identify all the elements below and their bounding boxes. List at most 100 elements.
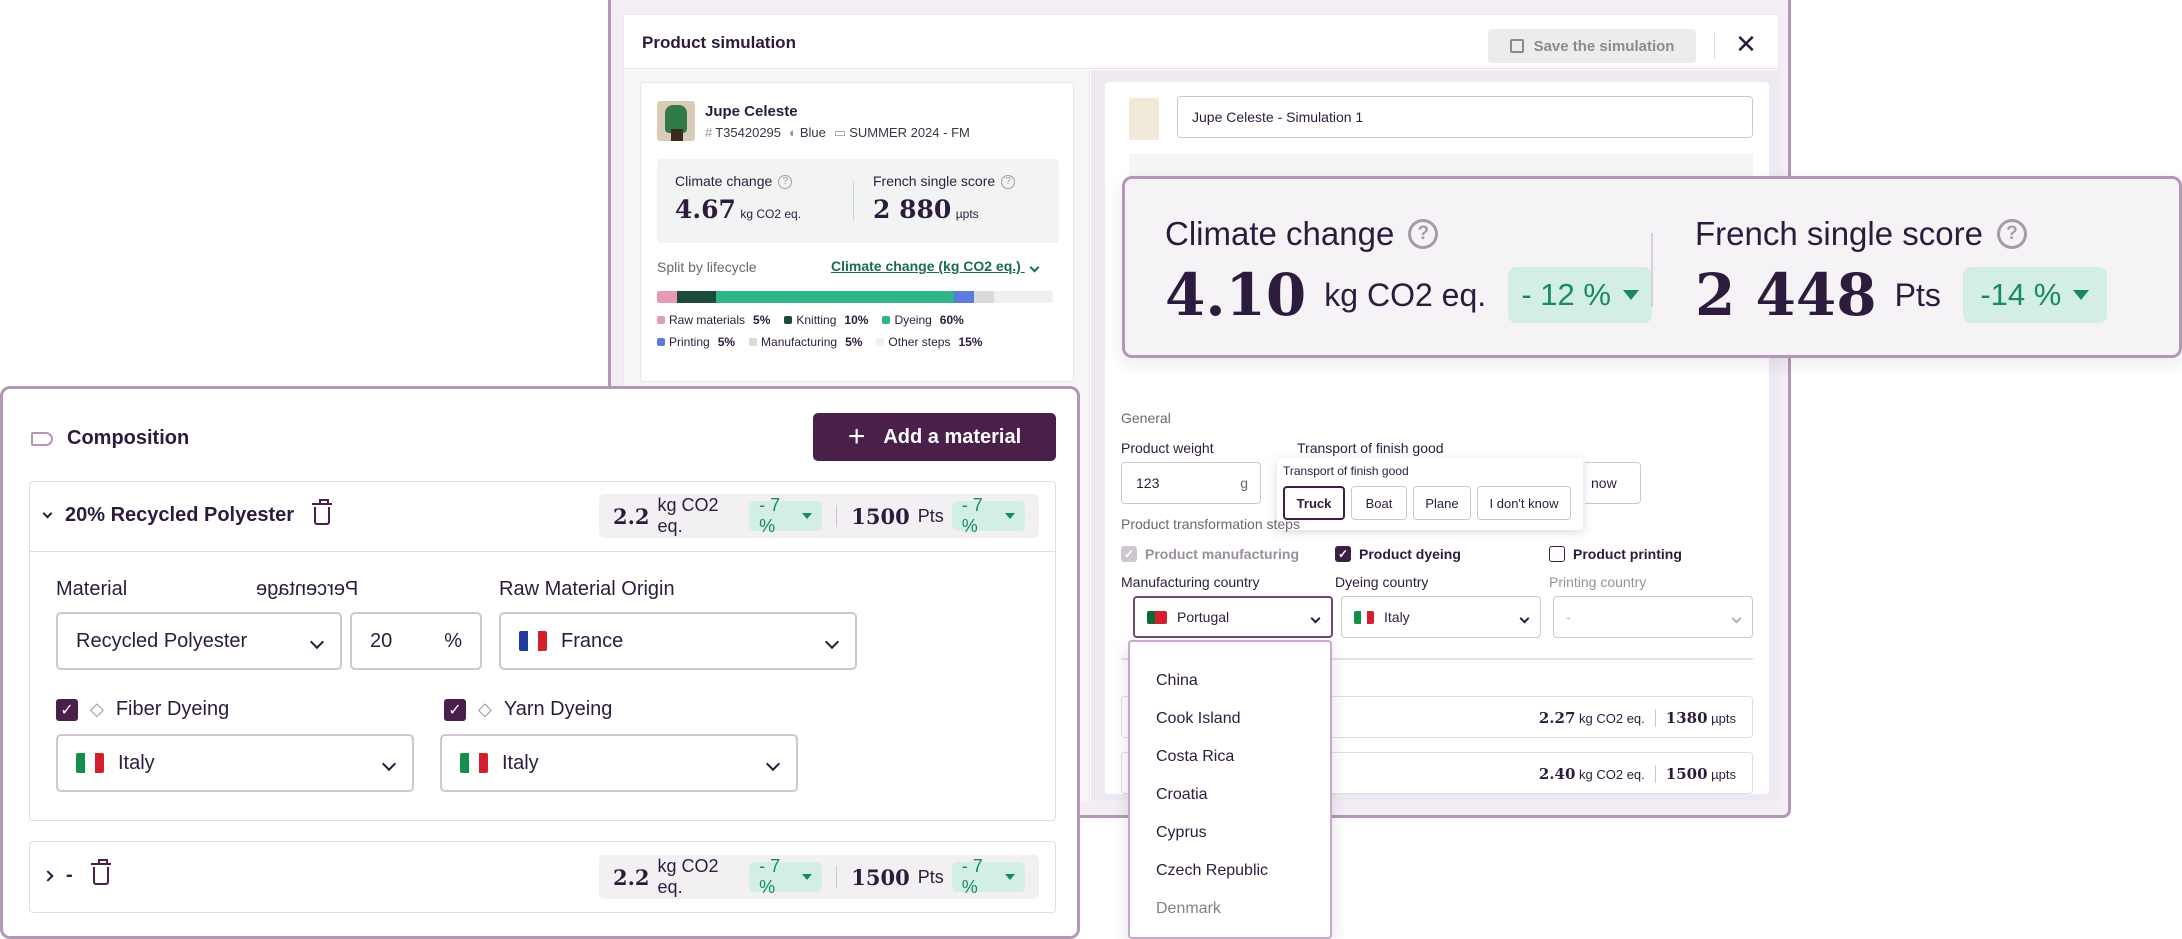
climate-label-row: Climate change? [675, 173, 801, 190]
climate-unit: kg CO2 eq. [740, 207, 802, 222]
component-scores: 2.27 kg CO2 eq. 1380 µpts [1539, 709, 1736, 727]
transport-option-truck[interactable]: Truck [1283, 486, 1345, 520]
climate-delta-value: - 12 % [1521, 277, 1611, 312]
printing-label: Product printing [1573, 546, 1682, 562]
composition-panel: Composition + Add a material 20% Recycle… [0, 386, 1080, 939]
help-icon[interactable]: ? [1001, 175, 1016, 190]
paint-bucket-icon: ◇ [478, 699, 492, 719]
add-material-label: Add a material [883, 425, 1022, 448]
simulation-name-input[interactable]: Jupe Celeste - Simulation 1 [1177, 96, 1753, 138]
climate-delta-badge[interactable]: - 12 % [1508, 267, 1653, 323]
simulation-header: Product simulation Save the simulation ✕ [624, 15, 1778, 69]
pts-delta-value: - 7 % [961, 856, 983, 897]
italy-flag-icon [76, 753, 104, 773]
transport-option-plane[interactable]: Plane [1413, 486, 1471, 520]
legend-percent: 10% [844, 313, 869, 327]
checkbox-icon[interactable]: ✓ [56, 698, 78, 721]
yarn-dyeing-select[interactable]: Italy [440, 734, 798, 792]
dyeing-country-value: Italy [1384, 609, 1410, 625]
transport-option-dont-know[interactable]: I don't know [1477, 486, 1571, 520]
product-weight-input[interactable]: 123 g [1121, 462, 1261, 504]
co2-delta-badge[interactable]: - 7 % [749, 856, 823, 897]
origin-select[interactable]: France [499, 612, 857, 670]
climate-value-row: 4.67 kg CO2 eq. [675, 195, 801, 224]
help-icon[interactable]: ? [1408, 219, 1439, 249]
product-collection: SUMMER 2024 - FM [849, 125, 970, 140]
manufacturing-label: Product manufacturing [1145, 546, 1300, 562]
transport-option-boat[interactable]: Boat [1351, 486, 1407, 520]
material-pts-value: 1500 [851, 503, 910, 529]
card-french-value-row: 2 448 Pts -14 % [1695, 261, 2107, 329]
co2-delta-badge[interactable]: - 7 % [749, 495, 823, 536]
product-weight-unit: g [1240, 475, 1248, 491]
skirt-thumbnail [1129, 98, 1159, 140]
material-pts-unit: Pts [917, 866, 944, 887]
dyeing-country-select[interactable]: Italy [1341, 596, 1541, 638]
card-climate-label-row: Climate change ? [1165, 215, 1439, 253]
split-label: Split by lifecycle [657, 259, 757, 275]
fiber-dyeing-row[interactable]: ✓ ◇ Fiber Dyeing [56, 698, 229, 721]
pts-delta-badge[interactable]: - 7 % [951, 495, 1025, 536]
country-option[interactable]: Cook Island [1156, 710, 1241, 728]
transport-label: Transport of finish good [1297, 440, 1444, 456]
country-option[interactable]: Denmark [1156, 900, 1221, 918]
lifecycle-segment [657, 291, 677, 303]
yarn-dyeing-row[interactable]: ✓ ◇ Yarn Dyeing [444, 698, 612, 721]
palette-icon: ◐ [789, 125, 797, 140]
country-option[interactable]: Czech Republic [1156, 862, 1268, 880]
help-icon[interactable]: ? [1996, 219, 2027, 249]
printing-checkbox-row[interactable]: Product printing [1549, 546, 1682, 562]
lifecycle-bar [657, 291, 1053, 303]
country-option[interactable]: Croatia [1156, 786, 1208, 804]
checkbox-icon[interactable] [1549, 546, 1565, 562]
checkbox-icon[interactable]: ✓ [1335, 546, 1351, 562]
close-icon[interactable]: ✕ [1732, 30, 1760, 58]
co2-delta-value: - 7 % [759, 495, 781, 536]
legend-percent: 5% [753, 313, 771, 327]
manufacturing-country-select[interactable]: Portugal [1133, 596, 1333, 638]
save-simulation-label: Save the simulation [1533, 37, 1675, 55]
material-score-strip: 2.2 kg CO2 eq. - 7 % 1500 Pts - 7 % [599, 855, 1039, 899]
material-select[interactable]: Recycled Polyester [56, 612, 342, 670]
component-scores: 2.40 kg CO2 eq. 1500 µpts [1539, 765, 1736, 783]
chevron-right-icon[interactable] [42, 869, 54, 882]
material-title-row[interactable]: 20% Recycled Polyester [42, 498, 333, 527]
checkbox-icon[interactable]: ✓ [1121, 546, 1137, 562]
caret-down-icon [802, 874, 813, 880]
country-option[interactable]: Costa Rica [1156, 748, 1234, 766]
manufacturing-checkbox-row[interactable]: ✓ Product manufacturing [1121, 546, 1299, 562]
legend-label: Dyeing [894, 313, 932, 327]
save-simulation-button[interactable]: Save the simulation [1488, 29, 1696, 63]
fiber-dyeing-select[interactable]: Italy [56, 734, 414, 792]
trash-icon[interactable] [312, 498, 333, 525]
chevron-down-icon[interactable] [42, 508, 53, 519]
legend-percent: 60% [939, 313, 964, 327]
composition-title: Composition [67, 427, 190, 449]
legend-item: Other steps 15% [876, 335, 982, 349]
transport-select-fragment[interactable]: now [1585, 462, 1641, 504]
help-icon[interactable]: ? [778, 175, 793, 190]
material-title-row[interactable]: - [42, 858, 111, 887]
material-co2-value: 2.2 [613, 864, 650, 890]
caret-down-icon [1622, 290, 1639, 300]
percentage-input[interactable]: 20 % [350, 612, 482, 670]
add-material-button[interactable]: + Add a material [813, 413, 1056, 461]
score-divider [1651, 233, 1653, 307]
score-divider [1654, 709, 1656, 727]
color-meta: ◐ Blue [789, 125, 826, 141]
french-unit: µpts [955, 207, 979, 222]
french-delta-value: -14 % [1980, 277, 2062, 312]
ref-meta: # T35420295 [705, 125, 781, 141]
split-selector[interactable]: Climate change (kg CO2 eq.) [831, 258, 1040, 274]
checkbox-icon[interactable]: ✓ [444, 698, 466, 721]
country-option[interactable]: China [1156, 672, 1198, 690]
legend-item: Dyeing 60% [882, 313, 964, 327]
french-delta-badge[interactable]: -14 % [1962, 267, 2107, 323]
printing-country-select[interactable]: - [1553, 596, 1753, 638]
legend-percent: 15% [958, 335, 983, 349]
country-option[interactable]: Cyprus [1156, 824, 1207, 842]
dyeing-checkbox-row[interactable]: ✓ Product dyeing [1335, 546, 1461, 562]
pts-delta-badge[interactable]: - 7 % [951, 856, 1025, 897]
component-co2: 2.27 kg CO2 eq. [1539, 709, 1645, 727]
trash-icon[interactable] [90, 858, 111, 885]
